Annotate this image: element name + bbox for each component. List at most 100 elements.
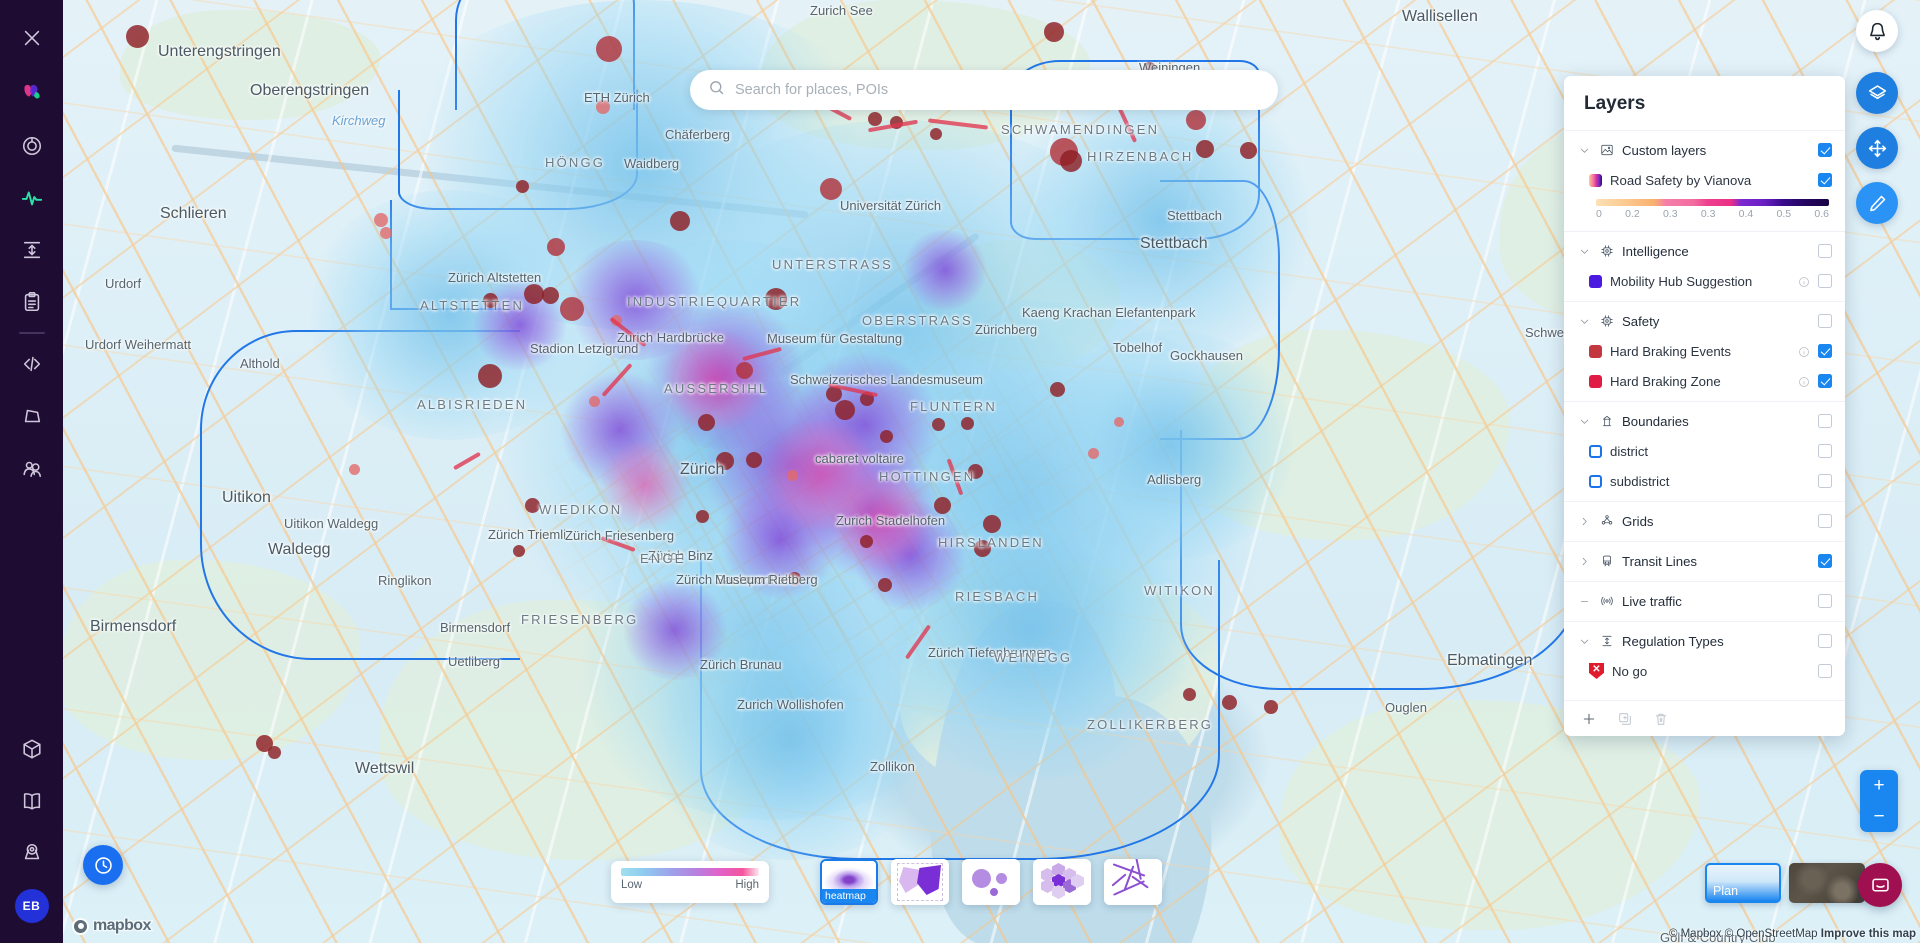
layer-group-header-regulation-types[interactable]: Regulation Types xyxy=(1564,626,1845,656)
layer-item-district[interactable]: district xyxy=(1564,436,1845,466)
viz-tile-hexbin[interactable] xyxy=(1033,859,1091,905)
mapbox-logo[interactable]: mapbox xyxy=(72,916,153,935)
chevron-right-icon[interactable] xyxy=(1578,515,1591,528)
search-bar[interactable] xyxy=(690,70,1278,110)
layer-item-checkbox[interactable] xyxy=(1818,274,1832,288)
layer-item-checkbox[interactable] xyxy=(1818,474,1832,488)
layer-item-mobility-hub-suggestion[interactable]: Mobility Hub Suggestion xyxy=(1564,266,1845,296)
zoom-control[interactable]: + − xyxy=(1860,770,1898,832)
layer-group-header-safety[interactable]: Safety xyxy=(1564,306,1845,336)
layer-item-label: Hard Braking Events xyxy=(1610,343,1731,359)
info-icon[interactable] xyxy=(1798,275,1810,287)
delete-layer-button[interactable] xyxy=(1653,711,1669,727)
book-icon[interactable] xyxy=(12,781,52,821)
colorbar-tick: 0.2 xyxy=(1625,208,1640,220)
layer-group-header-boundaries[interactable]: Boundaries xyxy=(1564,406,1845,436)
viz-tile-heatmap[interactable]: heatmap xyxy=(820,859,878,905)
improve-map-link[interactable]: Improve this map xyxy=(1821,928,1916,940)
layer-group: Intelligence Mobility Hub Suggestion xyxy=(1564,232,1845,302)
layer-group-header-intelligence[interactable]: Intelligence xyxy=(1564,236,1845,266)
map-attribution[interactable]: © Mapbox © OpenStreetMap Improve this ma… xyxy=(1669,928,1916,940)
place-pin-icon[interactable] xyxy=(12,833,52,873)
layer-item-label: Hard Braking Zone xyxy=(1610,373,1721,389)
duplicate-layer-button[interactable] xyxy=(1617,711,1633,727)
layer-item-checkbox[interactable] xyxy=(1818,374,1832,388)
dashboard-icon[interactable] xyxy=(12,126,52,166)
layer-item-checkbox[interactable] xyxy=(1818,664,1832,678)
layer-item-no-go[interactable]: ✕ No go xyxy=(1564,656,1845,686)
layer-item-hard-braking-zone[interactable]: Hard Braking Zone xyxy=(1564,366,1845,396)
layer-group-header-grids[interactable]: Grids xyxy=(1564,506,1845,536)
time-filter-button[interactable] xyxy=(83,845,123,885)
layer-group-checkbox[interactable] xyxy=(1818,414,1832,428)
zoom-in-button[interactable]: + xyxy=(1860,770,1898,801)
layer-item-hard-braking-events[interactable]: Hard Braking Events xyxy=(1564,336,1845,366)
draw-button[interactable] xyxy=(1856,182,1898,224)
layer-group: Boundaries district subdistrict xyxy=(1564,402,1845,502)
viz-tile-bubble[interactable] xyxy=(962,859,1020,905)
add-layer-button[interactable] xyxy=(1581,711,1597,727)
zones-icon[interactable] xyxy=(12,396,52,436)
close-icon[interactable] xyxy=(12,18,52,58)
code-icon[interactable] xyxy=(12,344,52,384)
avatar[interactable]: EB xyxy=(14,889,49,923)
support-chat-button[interactable] xyxy=(1858,863,1902,907)
basemap-satellite-option[interactable] xyxy=(1789,863,1865,903)
layer-group: Transit Lines xyxy=(1564,542,1845,582)
analytics-pulse-icon[interactable] xyxy=(12,178,52,218)
layer-group-label: Regulation Types xyxy=(1622,633,1724,649)
viz-tile-heatmap-label: heatmap xyxy=(822,889,876,903)
layers-panel[interactable]: Layers Custom layers Road Safety by Viano… xyxy=(1564,76,1845,736)
layer-group-checkbox[interactable] xyxy=(1818,143,1832,157)
layer-item-checkbox[interactable] xyxy=(1818,344,1832,358)
dash-icon[interactable] xyxy=(1578,595,1591,608)
layer-group-checkbox[interactable] xyxy=(1818,634,1832,648)
layer-group-checkbox[interactable] xyxy=(1818,314,1832,328)
visualization-type-switcher[interactable]: heatmap xyxy=(820,859,1162,905)
operators-icon[interactable] xyxy=(12,448,52,488)
left-navigation-rail[interactable]: EB xyxy=(0,0,63,943)
chevron-down-icon[interactable] xyxy=(1578,315,1591,328)
info-icon[interactable] xyxy=(1798,375,1810,387)
info-icon[interactable] xyxy=(1798,345,1810,357)
layers-list[interactable]: Custom layers Road Safety by Vianova 0 0.2 0… xyxy=(1564,130,1845,700)
map-layers-button[interactable] xyxy=(1856,72,1898,114)
viz-tile-polygon[interactable] xyxy=(891,859,949,905)
pencil-icon xyxy=(1869,195,1885,211)
layer-group-label: Safety xyxy=(1622,313,1660,329)
layers-panel-footer[interactable] xyxy=(1564,700,1845,736)
basemap-style-switcher[interactable]: Plan xyxy=(1705,863,1865,903)
layer-item-checkbox[interactable] xyxy=(1818,694,1832,700)
zoom-out-button[interactable]: − xyxy=(1860,801,1898,832)
layer-item-label: subdistrict xyxy=(1610,473,1670,489)
regulation-icon[interactable] xyxy=(12,230,52,270)
layer-group-header-custom-layers[interactable]: Custom layers xyxy=(1564,135,1845,165)
viz-tile-lines[interactable] xyxy=(1104,859,1162,905)
layer-item-checkbox[interactable] xyxy=(1818,173,1832,187)
search-input[interactable] xyxy=(735,82,1260,98)
layer-item-s[interactable]: S xyxy=(1564,686,1845,700)
layer-group-checkbox[interactable] xyxy=(1818,594,1832,608)
polygon-thumb-icon xyxy=(891,859,949,905)
layer-item-subdistrict[interactable]: subdistrict xyxy=(1564,466,1845,496)
layer-item-road-safety-by-vianova[interactable]: Road Safety by Vianova xyxy=(1564,165,1845,195)
chevron-down-icon[interactable] xyxy=(1578,415,1591,428)
pan-button[interactable] xyxy=(1856,127,1898,169)
chevron-down-icon[interactable] xyxy=(1578,635,1591,648)
chevron-right-icon[interactable] xyxy=(1578,555,1591,568)
brand-logo-icon[interactable] xyxy=(12,72,52,112)
layer-group-checkbox[interactable] xyxy=(1818,554,1832,568)
basemap-plan-option[interactable]: Plan xyxy=(1705,863,1781,903)
layer-group-checkbox[interactable] xyxy=(1818,514,1832,528)
layer-group-header-live-traffic[interactable]: Live traffic xyxy=(1564,586,1845,616)
chevron-down-icon[interactable] xyxy=(1578,144,1591,157)
notifications-button[interactable] xyxy=(1856,10,1898,52)
layer-item-checkbox[interactable] xyxy=(1818,444,1832,458)
layer-color-swatch xyxy=(1589,474,1602,488)
reports-clipboard-icon[interactable] xyxy=(12,282,52,322)
colorbar-tick: 0.5 xyxy=(1776,208,1792,220)
layer-group-header-transit-lines[interactable]: Transit Lines xyxy=(1564,546,1845,576)
box-icon[interactable] xyxy=(12,729,52,769)
layer-group-checkbox[interactable] xyxy=(1818,244,1832,258)
chevron-down-icon[interactable] xyxy=(1578,245,1591,258)
